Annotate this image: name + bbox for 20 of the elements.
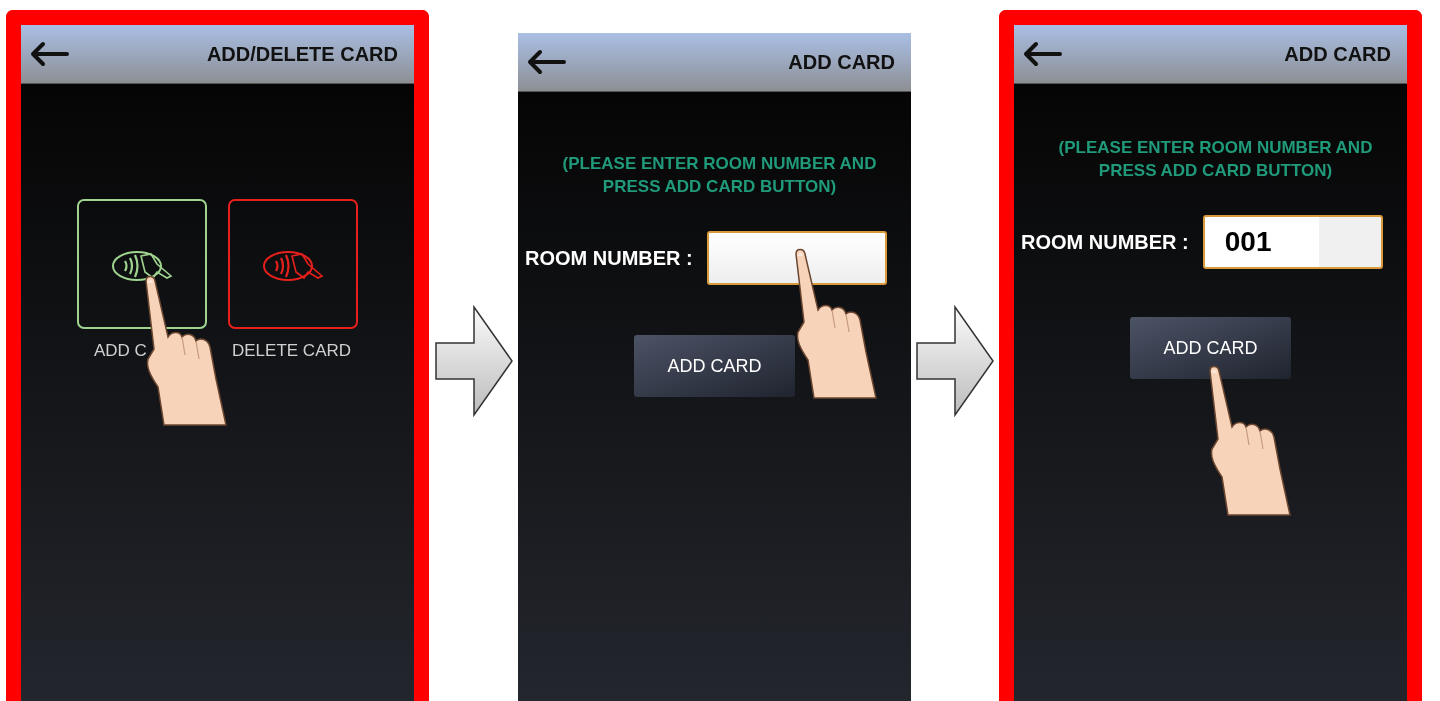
right-arrow-icon (433, 305, 514, 417)
field-label: ROOM NUMBER : (525, 246, 693, 270)
tile-label: ADD C (94, 341, 147, 361)
instruction-text: (PLEASE ENTER ROOM NUMBER AND PRESS ADD CARD BUTTON) (561, 153, 878, 198)
screen-title: ADD CARD (1284, 42, 1391, 66)
instruction-text: (PLEASE ENTER ROOM NUMBER AND PRESS ADD CARD BUTTON) (1057, 137, 1374, 182)
add-card-button[interactable]: ADD CARD (1130, 317, 1291, 379)
right-arrow-icon (915, 305, 995, 417)
room-number-field[interactable]: 001 (1202, 215, 1383, 269)
room-number-field[interactable] (706, 231, 887, 285)
field-label: ROOM NUMBER : (1021, 230, 1189, 254)
back-arrow-icon[interactable] (526, 48, 568, 76)
card-tile-button[interactable] (77, 199, 207, 329)
back-arrow-icon[interactable] (29, 40, 71, 68)
tile-label: DELETE CARD (232, 341, 352, 361)
screen-title: ADD/DELETE CARD (206, 42, 398, 66)
back-arrow-icon[interactable] (1022, 40, 1064, 68)
add-card-button[interactable]: ADD CARD (634, 335, 795, 397)
card-tile-button[interactable] (228, 199, 358, 329)
screen-title: ADD CARD (788, 50, 895, 74)
